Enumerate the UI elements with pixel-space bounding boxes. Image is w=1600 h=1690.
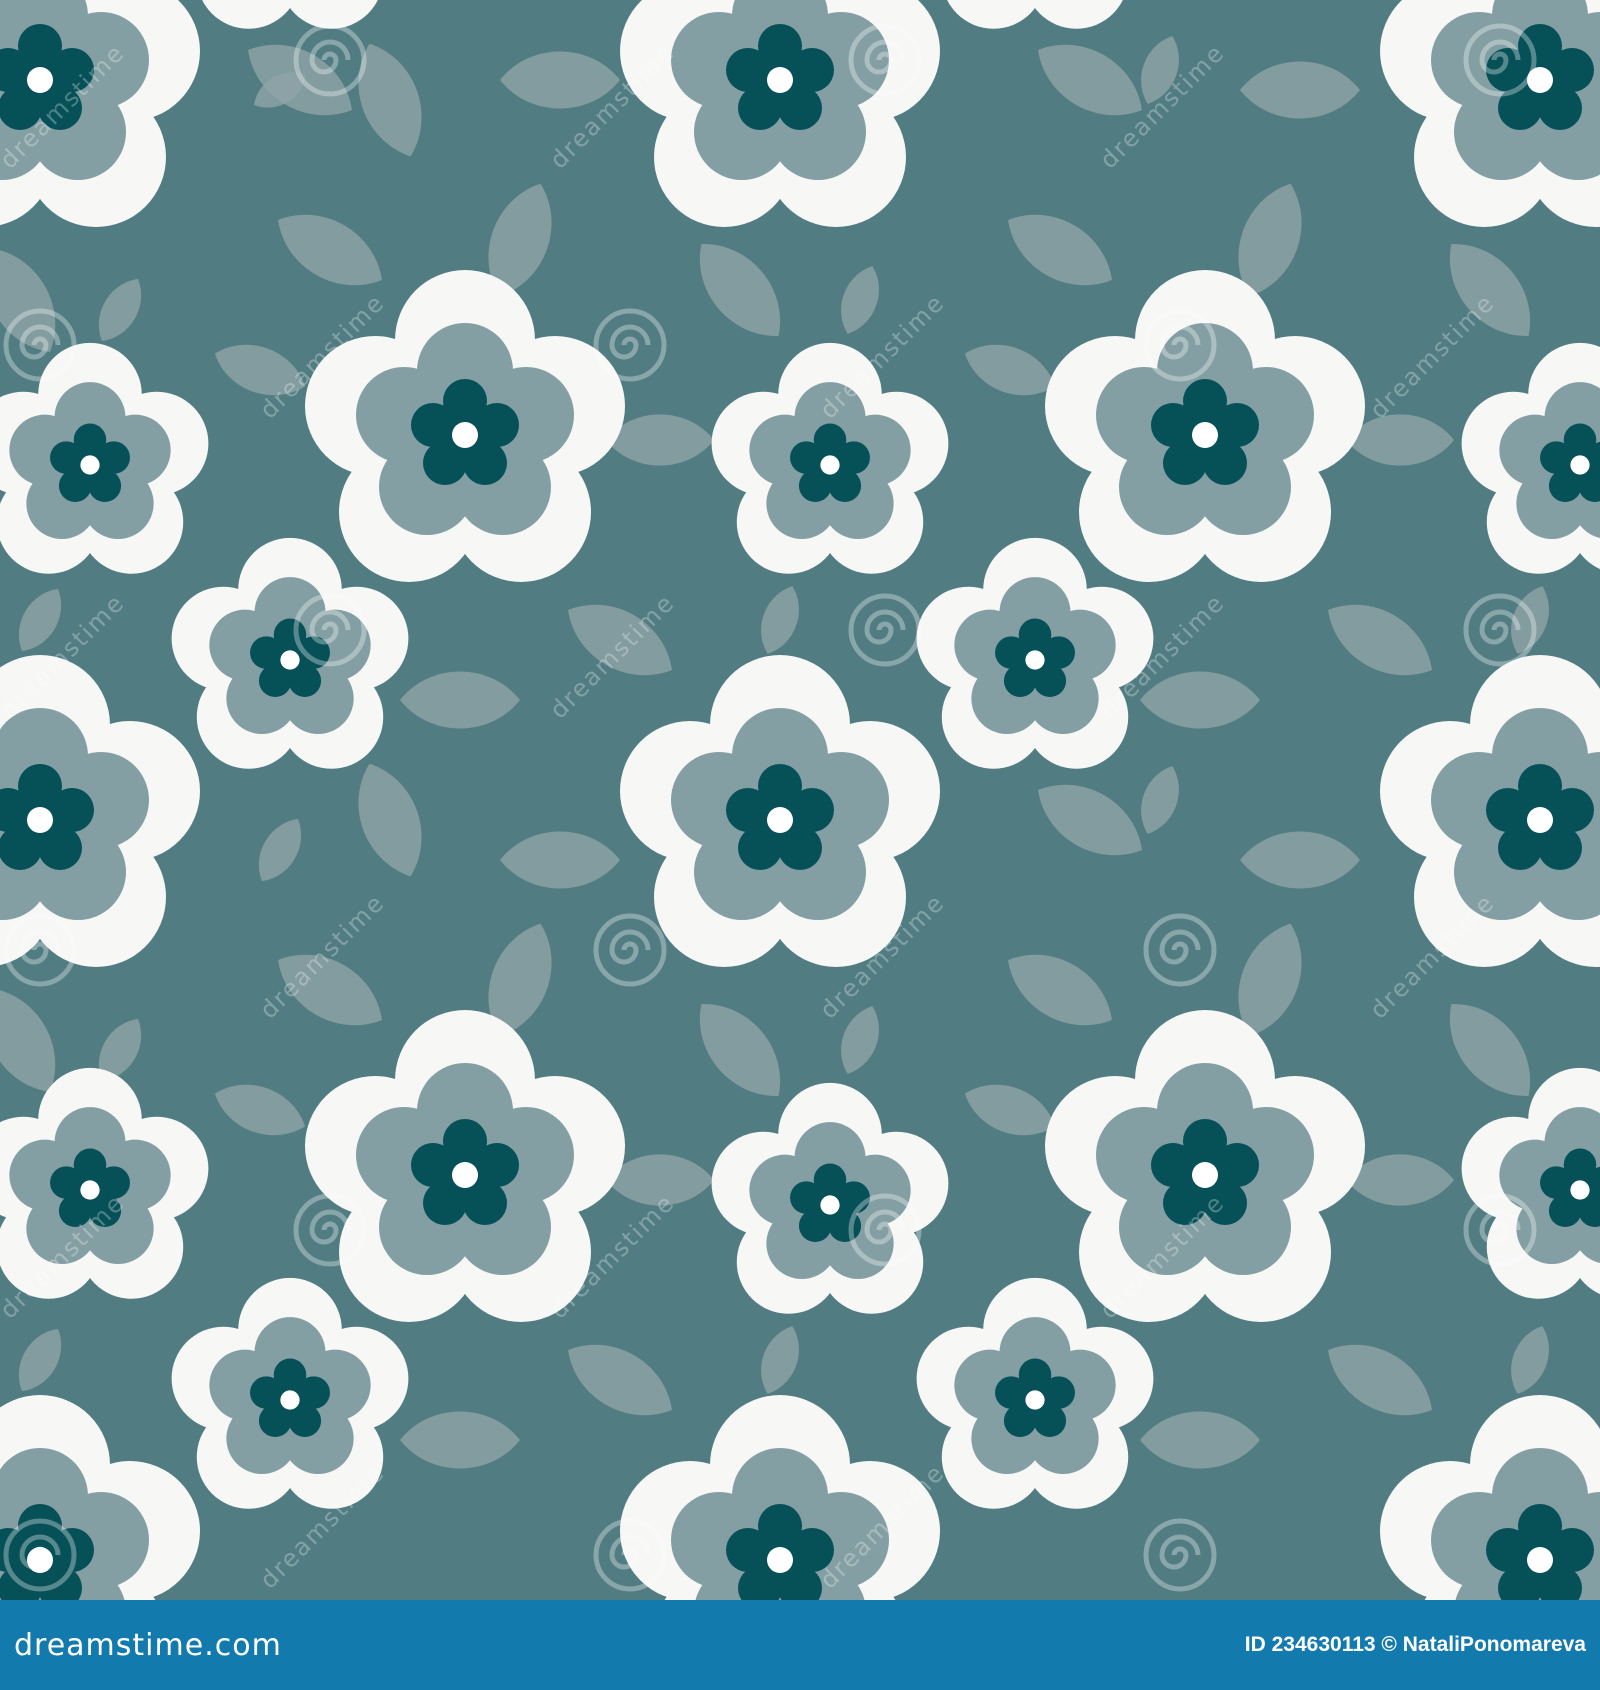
image-id: ID 234630113 bbox=[1244, 1633, 1376, 1656]
flower bbox=[620, 0, 940, 227]
copyright-symbol: © bbox=[1381, 1633, 1397, 1656]
stock-footer-bar: dreamstime.com ID 234630113 © NataliPono… bbox=[0, 1600, 1600, 1690]
stock-image: dreamstime dreamstime dreamstime dreamstime… bbox=[0, 0, 1600, 1690]
author-name[interactable]: NataliPonomareva bbox=[1403, 1633, 1586, 1656]
brand-name[interactable]: dreamstime.com bbox=[14, 1628, 282, 1663]
image-credit: ID 234630113 © NataliPonomareva bbox=[1245, 1633, 1586, 1657]
floral-pattern: dreamstime dreamstime dreamstimedreamstime… bbox=[0, 0, 1600, 1600]
